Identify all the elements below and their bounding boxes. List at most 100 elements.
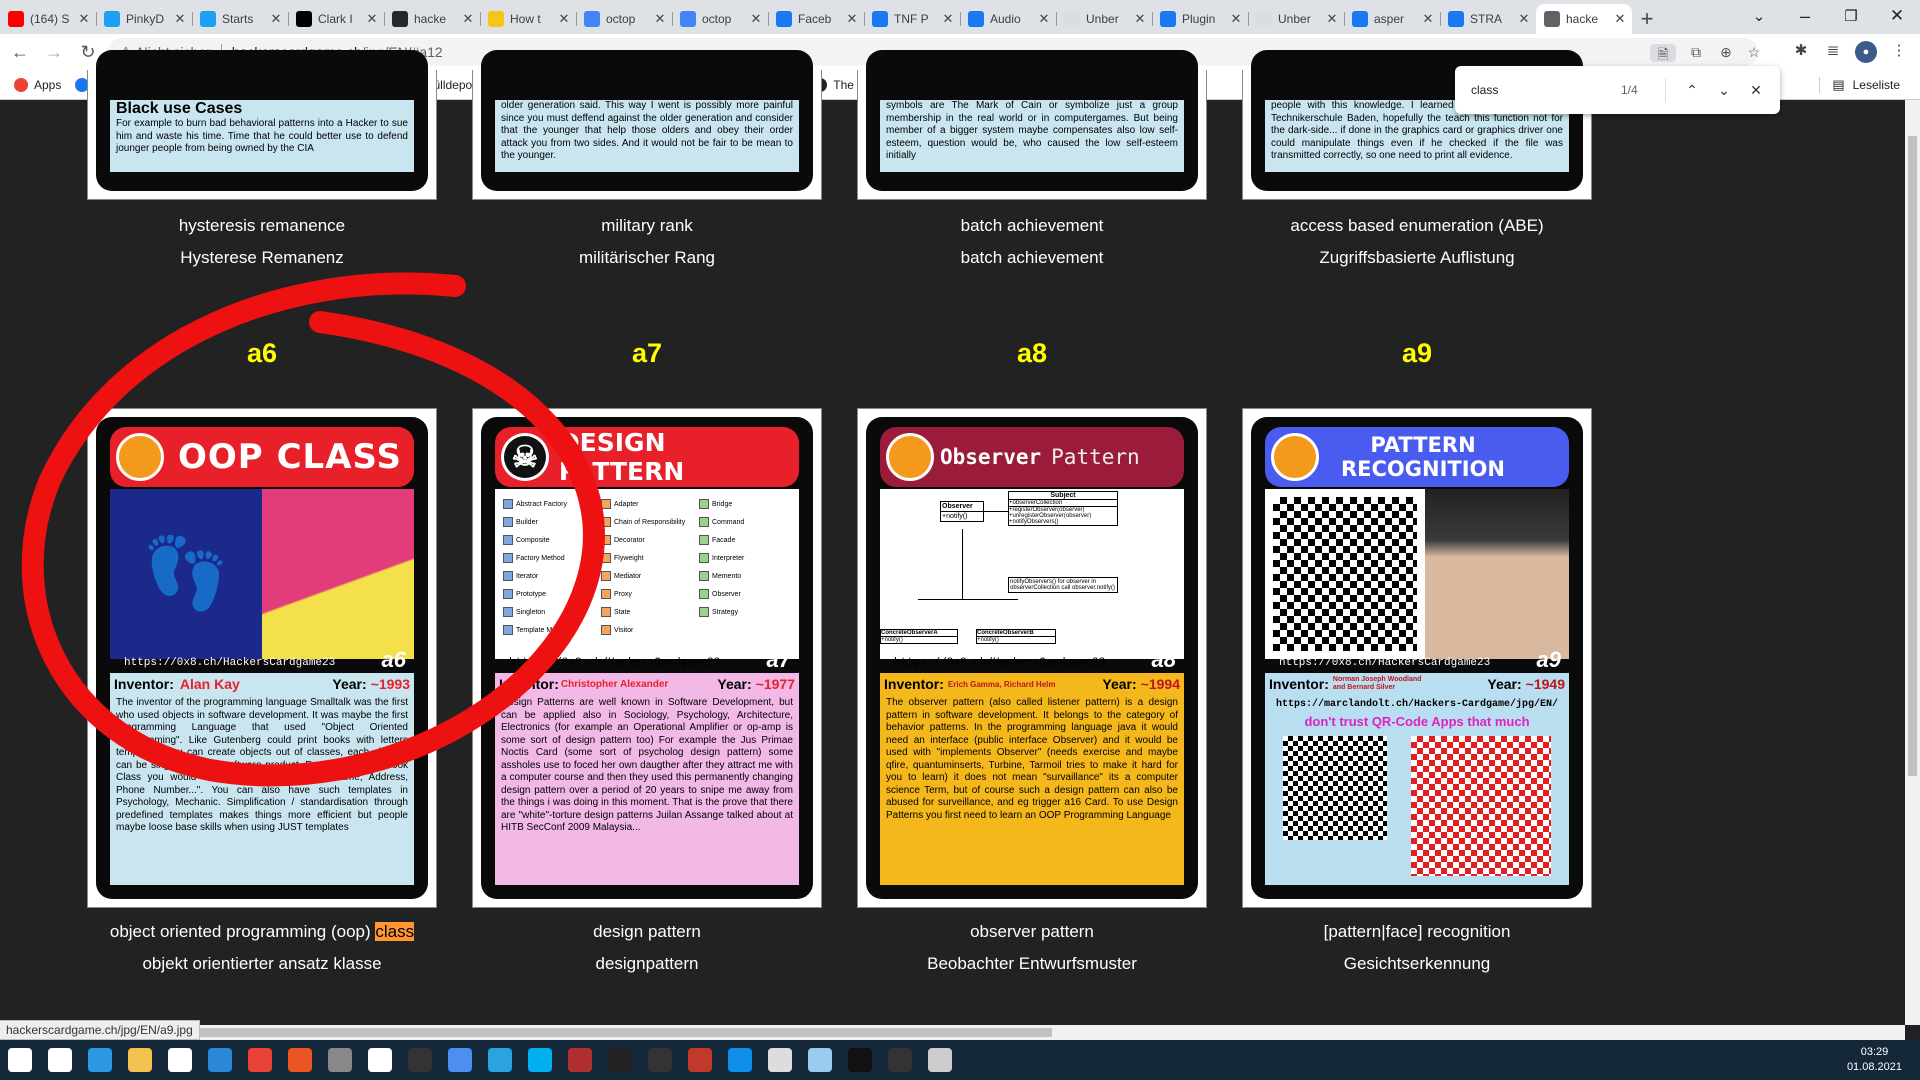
taskbar-app[interactable] (400, 1040, 440, 1080)
taskbar-app[interactable] (680, 1040, 720, 1080)
taskbar-app[interactable] (200, 1040, 240, 1080)
uml-observer-name: Observer (941, 502, 983, 512)
browser-tab[interactable]: octop ✕ (576, 4, 672, 34)
taskbar-app[interactable] (40, 1040, 80, 1080)
back-icon[interactable]: ← (6, 38, 34, 66)
browser-tab[interactable]: PinkyD ✕ (96, 4, 192, 34)
close-tab-icon[interactable]: ✕ (1228, 11, 1244, 27)
card-a8[interactable]: Observer Pattern Observer +notify() Subje… (857, 408, 1207, 908)
scrollbar-thumb[interactable] (1908, 136, 1917, 776)
tab-title: Faceb (798, 12, 832, 26)
zoom-icon[interactable]: ⊕ (1716, 44, 1736, 62)
new-tab-button[interactable]: + (1632, 4, 1662, 34)
close-tab-icon[interactable]: ✕ (1132, 11, 1148, 27)
find-next-icon[interactable]: ⌄ (1708, 82, 1740, 99)
horizontal-scrollbar[interactable] (0, 1025, 1905, 1040)
pattern-item: Bridge (699, 495, 791, 513)
find-input[interactable]: class (1471, 83, 1621, 97)
taskbar-app[interactable] (320, 1040, 360, 1080)
pattern-name: Command (712, 518, 745, 526)
browser-tab[interactable]: Unber ✕ (1248, 4, 1344, 34)
bookmark-item[interactable]: Apps (14, 77, 61, 92)
taskbar-app[interactable] (720, 1040, 760, 1080)
close-tab-icon[interactable]: ✕ (556, 11, 572, 27)
bookmark-star-icon[interactable]: ☆ (1744, 44, 1764, 62)
taskbar-app[interactable] (80, 1040, 120, 1080)
year-value: ~1949 (1525, 676, 1565, 692)
close-tab-icon[interactable]: ✕ (940, 11, 956, 27)
close-tab-icon[interactable]: ✕ (76, 11, 92, 27)
card-top-0[interactable]: Black use Cases For example to burn bad b… (87, 50, 437, 200)
minimize-icon[interactable]: – (1782, 0, 1828, 32)
browser-tab[interactable]: (164) S ✕ (0, 4, 96, 34)
page-info-icon[interactable]: 🗎 (1650, 44, 1676, 62)
taskbar-app[interactable] (920, 1040, 960, 1080)
close-tab-icon[interactable]: ✕ (844, 11, 860, 27)
browser-tab[interactable]: Audio ✕ (960, 4, 1056, 34)
profile-avatar[interactable]: ● (1855, 41, 1877, 63)
card-top-2[interactable]: symbols are The Mark of Cain or symboliz… (857, 50, 1207, 200)
taskbar-app[interactable] (600, 1040, 640, 1080)
browser-tab[interactable]: Faceb ✕ (768, 4, 864, 34)
close-tab-icon[interactable]: ✕ (364, 11, 380, 27)
extensions-icon[interactable]: ✱ (1790, 41, 1812, 63)
close-tab-icon[interactable]: ✕ (172, 11, 188, 27)
qr-code-icon (1283, 736, 1387, 840)
browser-tab[interactable]: hacke ✕ (384, 4, 480, 34)
find-previous-icon[interactable]: ⌃ (1676, 82, 1708, 99)
close-tab-icon[interactable]: ✕ (1612, 11, 1628, 27)
card-a9[interactable]: PATTERN RECOGNITION https://0x8.ch/Hacke… (1242, 408, 1592, 908)
taskbar-app[interactable] (120, 1040, 160, 1080)
browser-tab[interactable]: octop ✕ (672, 4, 768, 34)
close-window-icon[interactable]: ✕ (1874, 0, 1920, 32)
taskbar-app[interactable] (280, 1040, 320, 1080)
clock[interactable]: 03:29 01.08.2021 (1847, 1045, 1902, 1075)
inventor-label: Inventor: (884, 676, 944, 692)
close-tab-icon[interactable]: ✕ (652, 11, 668, 27)
vertical-scrollbar[interactable] (1905, 100, 1920, 1025)
translate-icon[interactable]: ⧉ (1686, 44, 1706, 62)
close-tab-icon[interactable]: ✕ (1036, 11, 1052, 27)
browser-tab[interactable]: asper ✕ (1344, 4, 1440, 34)
taskbar-app[interactable] (0, 1040, 40, 1080)
facebook-icon (872, 11, 888, 27)
browser-tab[interactable]: Clark I ✕ (288, 4, 384, 34)
taskbar-app[interactable] (560, 1040, 600, 1080)
taskbar-app[interactable] (520, 1040, 560, 1080)
taskbar-app[interactable] (160, 1040, 200, 1080)
caption-de-a9: Gesichtserkennung (1343, 954, 1491, 973)
browser-tab[interactable]: Unber ✕ (1056, 4, 1152, 34)
close-tab-icon[interactable]: ✕ (460, 11, 476, 27)
close-tab-icon[interactable]: ✕ (1420, 11, 1436, 27)
card-text: For example to burn bad behavioral patte… (116, 118, 408, 154)
close-tab-icon[interactable]: ✕ (748, 11, 764, 27)
taskbar-app[interactable] (240, 1040, 280, 1080)
tab-search-icon[interactable]: ⌄ (1736, 0, 1782, 32)
uml-concrete-b-name: ConcreteObserverB (977, 630, 1055, 637)
taskbar-app[interactable] (760, 1040, 800, 1080)
reading-list-button[interactable]: ▤ Leseliste (1819, 77, 1900, 93)
menu-icon[interactable]: ⋮ (1888, 41, 1910, 63)
close-tab-icon[interactable]: ✕ (1516, 11, 1532, 27)
taskbar-app[interactable] (800, 1040, 840, 1080)
card-top-1[interactable]: older generation said. This way I went i… (472, 50, 822, 200)
browser-tab[interactable]: hacke ✕ (1536, 4, 1632, 34)
browser-tab[interactable]: STRA ✕ (1440, 4, 1536, 34)
restore-icon[interactable]: ❐ (1828, 0, 1874, 32)
taskbar-app[interactable] (480, 1040, 520, 1080)
close-tab-icon[interactable]: ✕ (1324, 11, 1340, 27)
forward-icon[interactable]: → (40, 38, 68, 66)
browser-tab[interactable]: How t ✕ (480, 4, 576, 34)
pattern-name: Memento (712, 572, 742, 580)
taskbar-app[interactable] (440, 1040, 480, 1080)
browser-tab[interactable]: TNF P ✕ (864, 4, 960, 34)
close-tab-icon[interactable]: ✕ (268, 11, 284, 27)
media-icon[interactable]: ≣ (1822, 41, 1844, 63)
taskbar-app[interactable] (360, 1040, 400, 1080)
taskbar-app[interactable] (840, 1040, 880, 1080)
find-close-icon[interactable]: ✕ (1740, 82, 1772, 99)
taskbar-app[interactable] (880, 1040, 920, 1080)
browser-tab[interactable]: Plugin ✕ (1152, 4, 1248, 34)
browser-tab[interactable]: Starts ✕ (192, 4, 288, 34)
taskbar-app[interactable] (640, 1040, 680, 1080)
